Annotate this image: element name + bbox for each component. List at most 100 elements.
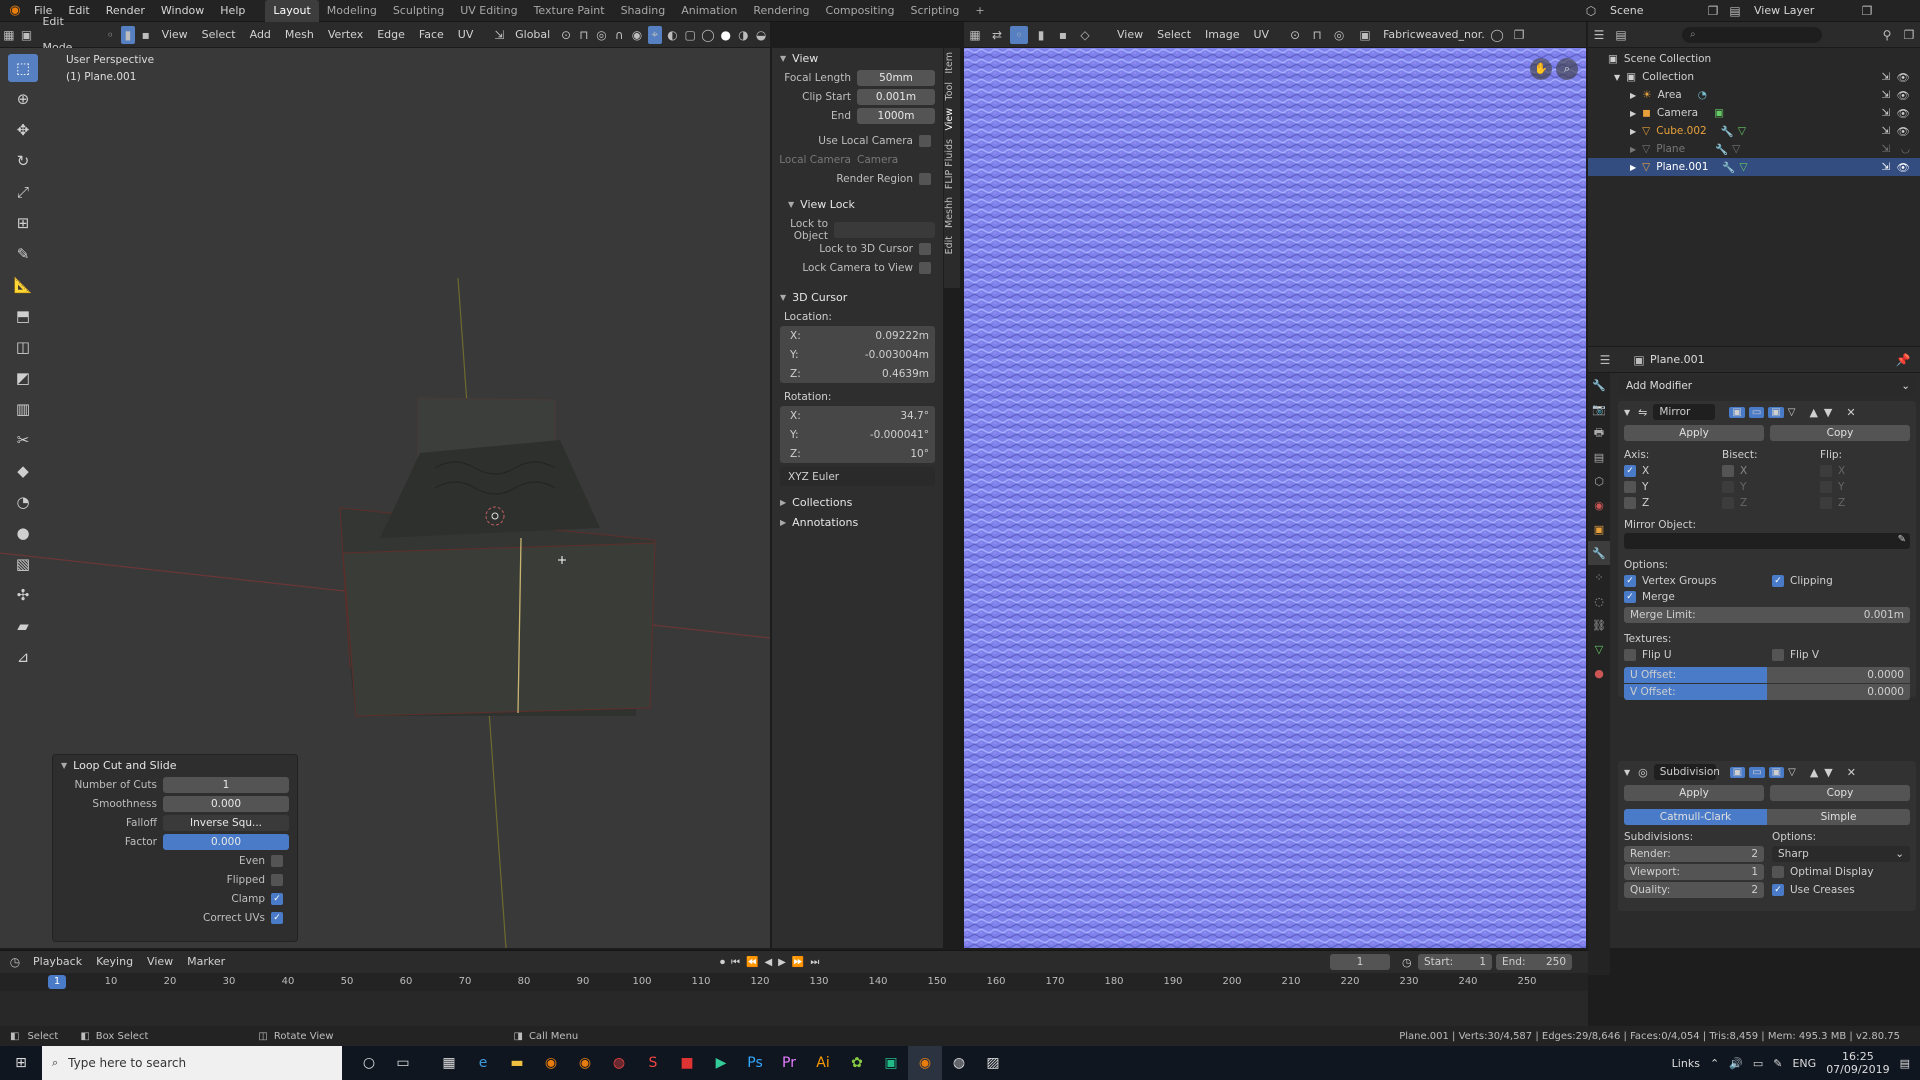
constraints-tab-icon[interactable]: ⛓ <box>1588 613 1610 637</box>
tab-flip-fluids[interactable]: FLIP Fluids <box>944 135 955 193</box>
timeline-ruler[interactable]: 1 10 20 30 40 50 60 70 80 90 100 110 120 130 140 150 160… <box>0 973 1588 991</box>
collapse-icon[interactable]: ▼ <box>1624 768 1630 777</box>
play-icon[interactable]: ▶ <box>778 957 786 968</box>
select-toggle-icon[interactable]: ⇲ <box>1881 71 1890 83</box>
properties-editor-icon[interactable]: ☰ <box>1596 351 1614 369</box>
outliner-item-plane[interactable]: ▶ ▽ Plane 🔧 ▽ ⇲ ◡ <box>1588 140 1920 158</box>
loc-y-field[interactable]: Y: -0.003004m <box>780 345 935 364</box>
merge-checkbox[interactable]: ✓ <box>1624 591 1636 603</box>
blender-active-icon[interactable]: ◉ <box>908 1046 942 1080</box>
particles-tab-icon[interactable]: ⁘ <box>1588 565 1610 589</box>
notifications-icon[interactable]: ▤ <box>1900 1057 1910 1070</box>
bisect-z-checkbox[interactable] <box>1722 497 1734 509</box>
red-app-icon[interactable]: ■ <box>670 1046 704 1080</box>
current-frame-field[interactable]: 1 <box>1330 954 1390 970</box>
v-offset-slider[interactable]: V Offset: 0.0000 <box>1624 684 1910 700</box>
axis-z-checkbox[interactable] <box>1624 497 1636 509</box>
edge-slide-tool-icon[interactable]: ▧ <box>8 550 38 578</box>
image-menu-select[interactable]: Select <box>1150 22 1198 48</box>
view-layer-icon[interactable]: ▤ <box>1726 2 1744 20</box>
outliner-collection[interactable]: ▼ ▣ Collection ⇲ 👁 <box>1588 68 1920 86</box>
clamp-checkbox[interactable]: ✓ <box>271 892 283 905</box>
menu-window[interactable]: Window <box>153 0 212 22</box>
flip-x-checkbox[interactable] <box>1820 465 1832 477</box>
material-shading-icon[interactable]: ◑ <box>737 26 751 44</box>
knife-tool-icon[interactable]: ✂ <box>8 426 38 454</box>
inset-tool-icon[interactable]: ◫ <box>8 333 38 361</box>
world-tab-icon[interactable]: ◉ <box>1588 493 1610 517</box>
eye-hidden-icon[interactable]: ◡ <box>1901 143 1910 155</box>
tab-modeling[interactable]: Modeling <box>319 0 385 22</box>
menu-help[interactable]: Help <box>212 0 253 22</box>
timeline-editor-icon[interactable]: ◷ <box>6 953 24 971</box>
smoothness-field[interactable]: 0.000 <box>163 795 289 812</box>
taskbar-search-box[interactable]: ⌕ Type here to search <box>42 1046 342 1080</box>
jump-start-icon[interactable]: ⏮ <box>731 957 740 968</box>
measure-tool-icon[interactable]: 📐 <box>8 271 38 299</box>
tab-texture-paint[interactable]: Texture Paint <box>526 0 613 22</box>
wireframe-shading-icon[interactable]: ◯ <box>701 26 715 44</box>
collections-panel-header[interactable]: ▶ Collections <box>772 492 943 512</box>
language-indicator[interactable]: ENG <box>1792 1057 1816 1070</box>
vertex-groups-checkbox[interactable]: ✓ <box>1624 575 1636 587</box>
marker-menu[interactable]: Marker <box>180 949 232 975</box>
blender-logo-icon[interactable]: ◉ <box>6 2 24 20</box>
tab-rendering[interactable]: Rendering <box>745 0 817 22</box>
uv-snap-icon[interactable]: ⊓ <box>1308 26 1326 44</box>
rip-tool-icon[interactable]: ⊿ <box>8 643 38 671</box>
annotate-tool-icon[interactable]: ✎ <box>8 240 38 268</box>
image-browse-icon[interactable]: ▣ <box>1356 26 1374 44</box>
clip-start-field[interactable]: 0.001m <box>857 88 935 105</box>
remove-modifier-icon[interactable]: ✕ <box>1847 766 1856 779</box>
outliner-scene-collection[interactable]: ▣ Scene Collection <box>1588 50 1920 68</box>
flipped-checkbox[interactable] <box>271 873 283 886</box>
viewport-toggle-icon[interactable]: ▭ <box>1749 766 1765 778</box>
task-view-icon[interactable]: ▭ <box>386 1046 420 1080</box>
tab-shading[interactable]: Shading <box>613 0 674 22</box>
operator-panel-header[interactable]: ▼ Loop Cut and Slide <box>53 755 297 775</box>
eye-icon[interactable]: 👁 <box>1897 107 1910 120</box>
scale-tool-icon[interactable]: ⤢ <box>8 178 38 206</box>
image-pan-icon[interactable]: ✋ <box>1530 58 1552 80</box>
eye-icon[interactable]: 👁 <box>1897 89 1910 102</box>
bisect-y-checkbox[interactable] <box>1722 481 1734 493</box>
subdivision-copy-button[interactable]: Copy <box>1770 785 1910 801</box>
menu-select[interactable]: Select <box>195 22 243 48</box>
image-editor-type-icon[interactable]: ▦ <box>966 26 984 44</box>
3d-viewport[interactable]: User Perspective (1) Plane.001 ⬚ ⊕ ✥ ↻ ⤢… <box>0 48 770 948</box>
edge-select-icon[interactable]: ▮ <box>121 25 135 44</box>
image-name-field[interactable]: Fabricweaved_nor... <box>1376 22 1486 48</box>
xray-icon[interactable]: ▢ <box>683 26 697 44</box>
mirror-name-field[interactable]: Mirror <box>1653 404 1716 420</box>
loc-z-field[interactable]: Z: 0.4639m <box>780 364 935 383</box>
view-layer-tab-icon[interactable]: ▤ <box>1588 445 1610 469</box>
focal-length-field[interactable]: 50mm <box>857 69 935 86</box>
edit-mode-toggle-icon[interactable]: ▣ <box>1729 406 1745 418</box>
object-tab-icon[interactable]: ▣ <box>1588 517 1610 541</box>
lock-to-cursor-checkbox[interactable] <box>919 242 931 255</box>
file-explorer-icon[interactable]: ▬ <box>500 1046 534 1080</box>
windows-start-icon[interactable]: ⊞ <box>0 1046 42 1080</box>
record-icon[interactable]: ⏺ <box>720 957 725 968</box>
local-camera-field[interactable]: Camera <box>857 154 898 166</box>
view-layer-name[interactable]: View Layer <box>1746 0 1856 22</box>
solid-shading-icon[interactable]: ● <box>719 26 733 44</box>
tab-layout[interactable]: Layout <box>265 0 319 22</box>
menu-uv[interactable]: UV <box>451 22 481 48</box>
uv-proportional-icon[interactable]: ◎ <box>1330 26 1348 44</box>
spin-tool-icon[interactable]: ◔ <box>8 488 38 516</box>
image-zoom-icon[interactable]: ⌕ <box>1556 58 1578 80</box>
clock-time[interactable]: 16:25 <box>1826 1050 1889 1063</box>
photos-icon[interactable]: ▨ <box>976 1046 1010 1080</box>
menu-view[interactable]: View <box>155 22 195 48</box>
render-toggle-icon[interactable]: ▣ <box>1768 406 1784 418</box>
chrome-icon[interactable]: ◍ <box>602 1046 636 1080</box>
globe-icon[interactable]: ◍ <box>942 1046 976 1080</box>
tab-edit[interactable]: Edit <box>944 232 955 258</box>
play-reverse-icon[interactable]: ◀ <box>764 957 772 968</box>
bisect-x-checkbox[interactable] <box>1722 465 1734 477</box>
timeline-view-menu[interactable]: View <box>140 949 180 975</box>
colorful-app-icon[interactable]: ✿ <box>840 1046 874 1080</box>
loc-x-field[interactable]: X: 0.09222m <box>780 326 935 345</box>
lock-to-object-field[interactable] <box>834 221 935 238</box>
